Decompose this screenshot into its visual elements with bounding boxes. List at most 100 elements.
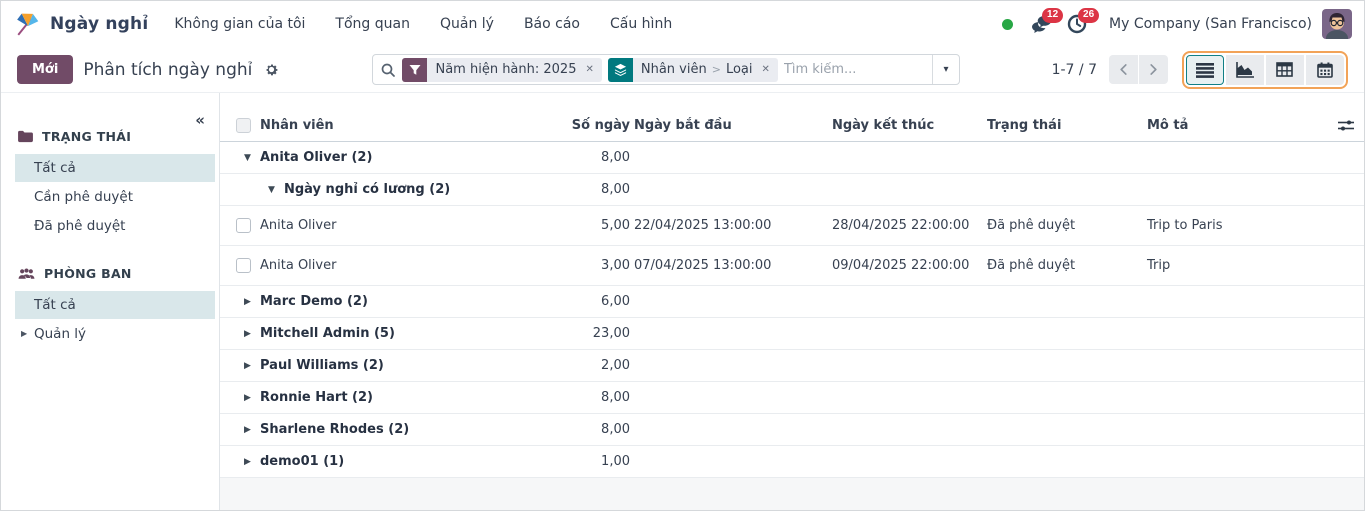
view-switcher [1182, 51, 1348, 89]
optional-columns-icon[interactable] [1338, 119, 1354, 132]
chevron-down-icon: ▾ [944, 64, 949, 75]
messages-button[interactable]: 12 [1023, 1, 1059, 47]
filter-facet: Năm hiện hành: 2025 ✕ [402, 58, 601, 82]
group-name: Ronnie Hart (2) [260, 390, 373, 405]
group-row[interactable]: ▶Mitchell Admin (5) 23,00 [220, 318, 1364, 350]
groupby-facet-label: Nhân viên > Loại [633, 62, 760, 77]
caret-down-icon: ▼ [244, 153, 260, 163]
filter-status-approved[interactable]: Đã phê duyệt [15, 212, 215, 240]
pager-range[interactable]: 1-7 / 7 [1052, 62, 1097, 78]
caret-right-icon: ▶ [21, 320, 27, 348]
filter-facet-label: Năm hiện hành: 2025 [427, 62, 583, 77]
column-header-end-date[interactable]: Ngày kết thúc [828, 118, 983, 133]
list-view-icon [1196, 62, 1214, 78]
column-header-status[interactable]: Trạng thái [983, 118, 1143, 133]
column-header-days[interactable]: Số ngày [556, 118, 630, 133]
pivot-view-icon [1276, 62, 1293, 77]
list-view: Nhân viên Số ngày Ngày bắt đầu Ngày kết … [220, 93, 1364, 510]
users-icon [18, 267, 35, 280]
collapse-sidebar-button[interactable]: « [195, 111, 205, 129]
group-row[interactable]: ▼Ngày nghỉ có lương (2) 8,00 [220, 174, 1364, 206]
search-input[interactable] [784, 62, 932, 77]
graph-view-icon [1235, 62, 1254, 78]
activities-badge: 26 [1078, 8, 1099, 23]
group-days-total: 8,00 [556, 150, 630, 165]
group-days-total: 1,00 [556, 454, 630, 469]
view-graph-button[interactable] [1226, 55, 1264, 85]
timeoff-app-logo-icon [15, 11, 41, 37]
new-button[interactable]: Mới [17, 55, 73, 84]
group-row[interactable]: ▶Paul Williams (2) 2,00 [220, 350, 1364, 382]
search-dropdown-toggle[interactable]: ▾ [932, 55, 960, 84]
folder-icon [18, 130, 33, 143]
group-row[interactable]: ▶demo01 (1) 1,00 [220, 446, 1364, 478]
group-name: Sharlene Rhodes (2) [260, 422, 409, 437]
select-all-checkbox[interactable] [236, 118, 251, 133]
gear-icon [264, 62, 279, 77]
view-settings-button[interactable] [262, 60, 281, 79]
view-pivot-button[interactable] [1266, 55, 1304, 85]
record-row[interactable]: Anita Oliver 5,00 22/04/2025 13:00:00 28… [220, 206, 1364, 246]
menu-management[interactable]: Quản lý [440, 16, 494, 32]
group-name: Anita Oliver (2) [260, 150, 372, 165]
department-section: PHÒNG BAN Tất cả ▶Quản lý [1, 266, 219, 348]
layers-icon [608, 58, 633, 82]
filter-status-all[interactable]: Tất cả [15, 154, 215, 182]
remove-groupby-icon[interactable]: ✕ [760, 64, 778, 75]
filter-status-to-approve[interactable]: Cần phê duyệt [15, 183, 215, 211]
column-header-start-date[interactable]: Ngày bắt đầu [630, 118, 828, 133]
table-body: ▼Anita Oliver (2) 8,00 ▼Ngày nghỉ có lươ… [220, 142, 1364, 478]
pager [1109, 55, 1168, 84]
table-footer [220, 478, 1364, 510]
group-days-total: 23,00 [556, 326, 630, 341]
pager-previous-button[interactable] [1109, 55, 1138, 84]
menu-my-time[interactable]: Không gian của tôi [174, 16, 305, 32]
company-name[interactable]: My Company (San Francisco) [1109, 16, 1312, 32]
group-row[interactable]: ▼Anita Oliver (2) 8,00 [220, 142, 1364, 174]
page-title: Phân tích ngày nghỉ [83, 60, 252, 80]
group-days-total: 8,00 [556, 182, 630, 197]
row-checkbox[interactable] [236, 258, 251, 273]
groupby-facet: Nhân viên > Loại ✕ [608, 58, 778, 82]
user-avatar[interactable] [1322, 9, 1352, 39]
caret-right-icon: ▶ [244, 297, 260, 307]
top-navbar: Ngày nghỉ Không gian của tôi Tổng quan Q… [1, 1, 1364, 47]
control-panel: Mới Phân tích ngày nghỉ [1, 47, 1364, 93]
group-name: Mitchell Admin (5) [260, 326, 395, 341]
menu-reporting[interactable]: Báo cáo [524, 16, 580, 32]
group-name: Ngày nghỉ có lương (2) [284, 182, 450, 197]
group-days-total: 8,00 [556, 390, 630, 405]
status-section-title: TRẠNG THÁI [42, 129, 131, 144]
row-checkbox[interactable] [236, 218, 251, 233]
group-row[interactable]: ▶Sharlene Rhodes (2) 8,00 [220, 414, 1364, 446]
caret-right-icon: ▶ [244, 425, 260, 435]
group-days-total: 8,00 [556, 422, 630, 437]
department-section-title: PHÒNG BAN [44, 266, 132, 281]
filter-department-all[interactable]: Tất cả [15, 291, 215, 319]
menu-overview[interactable]: Tổng quan [335, 16, 410, 32]
filter-department-management[interactable]: ▶Quản lý [15, 320, 215, 348]
cell-end-date: 28/04/2025 22:00:00 [828, 218, 983, 233]
column-header-employee[interactable]: Nhân viên [256, 118, 556, 133]
activities-button[interactable]: 26 [1059, 1, 1095, 47]
menu-configuration[interactable]: Cấu hình [610, 16, 672, 32]
pager-next-button[interactable] [1139, 55, 1168, 84]
cell-description: Trip [1143, 258, 1328, 273]
record-row[interactable]: Anita Oliver 3,00 07/04/2025 13:00:00 09… [220, 246, 1364, 286]
group-row[interactable]: ▶Ronnie Hart (2) 8,00 [220, 382, 1364, 414]
group-name: Paul Williams (2) [260, 358, 384, 373]
view-list-button[interactable] [1186, 55, 1224, 85]
view-calendar-button[interactable] [1306, 55, 1344, 85]
filter-icon [402, 58, 427, 82]
app-switcher[interactable]: Ngày nghỉ [15, 11, 148, 37]
search-panel-sidebar: « TRẠNG THÁI Tất cả Cần phê duyệt Đã phê… [1, 93, 220, 510]
cell-days: 5,00 [556, 218, 630, 233]
systray: 12 26 My Company (San Francisco) [1002, 1, 1352, 47]
remove-filter-icon[interactable]: ✕ [583, 64, 601, 75]
column-header-description[interactable]: Mô tả [1143, 118, 1328, 133]
app-name[interactable]: Ngày nghỉ [50, 14, 148, 34]
calendar-view-icon [1317, 62, 1333, 78]
cell-employee: Anita Oliver [256, 258, 556, 273]
search-bar[interactable]: Năm hiện hành: 2025 ✕ Nhân viên > Loại ✕ [372, 54, 960, 85]
group-row[interactable]: ▶Marc Demo (2) 6,00 [220, 286, 1364, 318]
